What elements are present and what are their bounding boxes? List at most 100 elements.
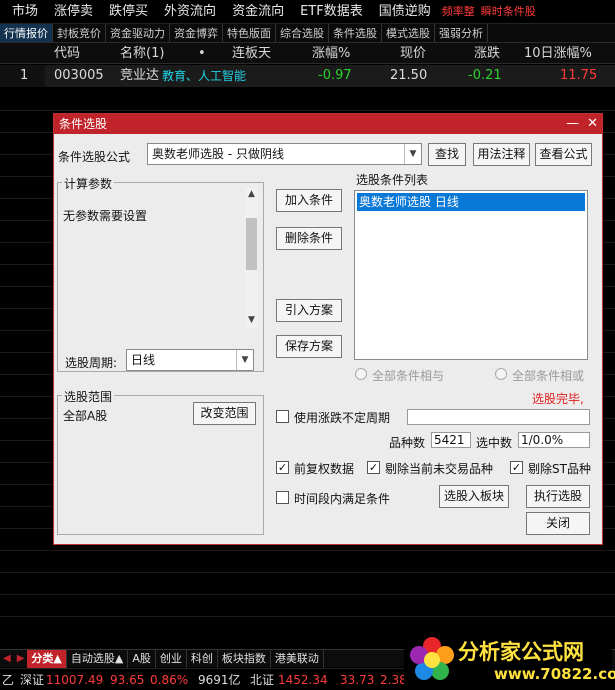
menu-foreign-flow[interactable]: 外资流向 (156, 0, 224, 24)
menu-limit-up-sell[interactable]: 涨停卖 (46, 0, 101, 24)
scroll-thumb[interactable] (246, 218, 257, 270)
sz-value: 11007.49 (46, 673, 104, 687)
tab-capital-game[interactable]: 资金博弈 (170, 24, 223, 42)
quote-table-header: 代码 名称(1) • 连板天 涨幅% 现价 涨跌 10日涨幅% (0, 43, 615, 64)
tab-combo-select[interactable]: 综合选股 (276, 24, 329, 42)
col-board-days[interactable]: 连板天 (232, 43, 271, 64)
row-tag: 教育、人工智能 (162, 69, 247, 83)
bz-label: 北证 (250, 673, 275, 687)
view-formula-button[interactable]: 查看公式 (535, 143, 592, 166)
radio-and[interactable] (355, 368, 367, 380)
list-item[interactable]: 奥数老师选股 日线 (357, 193, 585, 211)
run-select-button[interactable]: 执行选股 (526, 485, 590, 508)
sub-tab-bar: 行情报价 封板竞价 资金驱动力 资金博弈 特色版面 综合选股 条件选股 模式选股… (0, 24, 615, 43)
scroll-down-icon[interactable]: ▼ (245, 314, 258, 327)
dialog-title-bar[interactable]: 条件选股 (54, 114, 602, 134)
dialog-title: 条件选股 (59, 117, 108, 131)
menu-market[interactable]: 市场 (0, 0, 46, 24)
col-10day-pct[interactable]: 10日涨幅% (524, 43, 592, 64)
sz-label: 深证 (20, 673, 45, 687)
scroll-up-icon[interactable]: ▲ (245, 188, 258, 201)
selected-value: 1/0.0% (518, 432, 590, 448)
close-button[interactable]: 关闭 (526, 512, 590, 535)
row-index: 1 (20, 68, 29, 83)
radio-or[interactable] (495, 368, 507, 380)
tab-strength-analysis[interactable]: 强弱分析 (435, 24, 488, 42)
tab-quotes[interactable]: 行情报价 (0, 24, 53, 42)
usage-button[interactable]: 用法注释 (473, 143, 530, 166)
window-controls: — ✕ (558, 114, 598, 134)
prev-icon[interactable]: ◀ (0, 653, 14, 664)
next-icon[interactable]: ▶ (14, 653, 28, 664)
radio-and-label: 全部条件相与 (372, 369, 445, 383)
find-button[interactable]: 查找 (428, 143, 466, 166)
menu-red-item-1[interactable]: 频率整 (439, 0, 478, 24)
delete-condition-button[interactable]: 删除条件 (276, 227, 342, 250)
col-change-pct[interactable]: 涨幅% (312, 43, 350, 64)
chk-forward-adjust[interactable]: ✓ (276, 461, 289, 474)
chk-exclude-st-label: 剔除ST品种 (528, 462, 591, 476)
chk-exclude-notrade-label: 剔除当前未交易品种 (385, 462, 494, 476)
condition-list[interactable]: 奥数老师选股 日线 (354, 190, 588, 360)
sz-pct: 0.86% (150, 673, 189, 687)
bz-value: 1452.34 (278, 673, 328, 687)
change-range-button[interactable]: 改变范围 (193, 402, 256, 425)
menu-etf-table[interactable]: ETF数据表 (292, 0, 371, 24)
tab-category[interactable]: 分类▲ (27, 649, 67, 668)
menu-red-item-2[interactable]: 瞬时条件股 (478, 0, 539, 24)
save-scheme-button[interactable]: 保存方案 (276, 335, 342, 358)
chk-exclude-notrade[interactable]: ✓ (367, 461, 380, 474)
params-text: 无参数需要设置 (63, 209, 148, 223)
period-select[interactable]: 日线 ▼ (126, 349, 254, 371)
menu-capital-flow[interactable]: 资金流向 (224, 0, 292, 24)
tab-pattern-select[interactable]: 模式选股 (382, 24, 435, 42)
selected-label: 选中数 (476, 436, 513, 450)
top-menu-bar: 市场 涨停卖 跌停买 外资流向 资金流向 ETF数据表 国债逆购 频率整 瞬时条… (0, 0, 615, 24)
row-code: 003005 (54, 68, 104, 83)
status-left: 乙 (2, 673, 15, 687)
row-name: 竞业达 (120, 68, 160, 83)
sz-amount: 9691亿 (198, 673, 241, 687)
tab-chinext[interactable]: 创业 (156, 649, 187, 668)
use-unsettled-checkbox[interactable] (276, 410, 289, 423)
tab-sector-index[interactable]: 板块指数 (218, 649, 271, 668)
tab-auto-select[interactable]: 自动选股▲ (67, 649, 129, 668)
table-row[interactable]: 1 003005 竞业达 教育、人工智能 -0.97 21.50 -0.21 1… (0, 65, 615, 87)
unsettled-period-field[interactable] (407, 409, 590, 425)
row-10day-pct: 11.75 (560, 68, 598, 83)
formula-select[interactable]: 奥数老师选股 - 只做阴线 ▼ (147, 143, 422, 165)
tab-capital-drive[interactable]: 资金驱动力 (106, 24, 170, 42)
col-dot[interactable]: • (198, 43, 206, 64)
tab-condition-select[interactable]: 条件选股 (329, 24, 382, 42)
menu-limit-down-buy[interactable]: 跌停买 (101, 0, 156, 24)
sz-change: 93.65 (110, 673, 145, 687)
col-price[interactable]: 现价 (400, 43, 426, 64)
tab-star[interactable]: 科创 (187, 649, 218, 668)
add-condition-button[interactable]: 加入条件 (276, 189, 342, 212)
col-change[interactable]: 涨跌 (474, 43, 500, 64)
menu-bond-repo[interactable]: 国债逆购 (371, 0, 439, 24)
condition-select-dialog: 条件选股 — ✕ 条件选股公式 奥数老师选股 - 只做阴线 ▼ 查找 用法注释 查… (53, 113, 603, 545)
tab-feature-layout[interactable]: 特色版面 (223, 24, 276, 42)
row-price: 21.50 (390, 68, 428, 83)
close-icon[interactable]: ✕ (587, 116, 598, 131)
chk-exclude-st[interactable]: ✓ (510, 461, 523, 474)
col-code[interactable]: 代码 (54, 43, 80, 64)
range-group-title: 选股范围 (62, 388, 115, 405)
chevron-down-icon[interactable]: ▼ (404, 144, 421, 164)
minimize-icon[interactable]: — (566, 116, 579, 131)
tab-a-share[interactable]: A股 (128, 649, 156, 668)
use-unsettled-label: 使用涨跌不定周期 (294, 411, 391, 425)
chevron-down-icon[interactable]: ▼ (236, 350, 253, 370)
params-scrollbar[interactable]: ▲ ▼ (245, 188, 258, 328)
bz-pct: 2.38 (380, 673, 407, 687)
col-name[interactable]: 名称(1) (120, 43, 164, 64)
range-value: 全部A股 (63, 409, 108, 423)
formula-value: 奥数老师选股 - 只做阴线 (152, 147, 284, 161)
tab-hk-us[interactable]: 港美联动 (271, 649, 324, 668)
tab-seal-bid[interactable]: 封板竞价 (53, 24, 106, 42)
chk-period-satisfy[interactable] (276, 491, 289, 504)
import-scheme-button[interactable]: 引入方案 (276, 299, 342, 322)
to-board-button[interactable]: 选股入板块 (439, 485, 509, 508)
params-group-title: 计算参数 (62, 175, 115, 192)
